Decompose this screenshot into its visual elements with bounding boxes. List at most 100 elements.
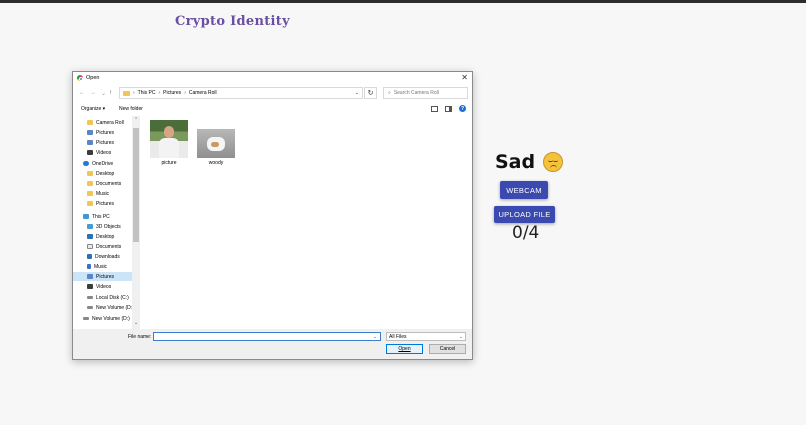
scroll-down-icon[interactable]: ⌄ bbox=[134, 320, 138, 326]
documents-icon bbox=[87, 244, 93, 249]
dialog-title: Open bbox=[86, 75, 100, 81]
nav-item-label: Camera Roll bbox=[96, 119, 124, 126]
help-icon[interactable]: ? bbox=[459, 105, 466, 112]
nav-item-desktop[interactable]: Desktop bbox=[87, 232, 114, 241]
nav-item-label: Pictures bbox=[96, 273, 115, 280]
nav-item-pictures[interactable]: Pictures bbox=[73, 272, 132, 281]
videos-icon bbox=[87, 150, 93, 155]
new-folder-button[interactable]: New folder bbox=[119, 106, 143, 112]
close-icon[interactable]: ✕ bbox=[461, 73, 468, 82]
refresh-button[interactable]: ↻ bbox=[364, 87, 377, 99]
webcam-button[interactable]: WEBCAM bbox=[500, 181, 548, 199]
folder-icon bbox=[87, 191, 93, 196]
search-placeholder: Search Camera Roll bbox=[393, 90, 439, 96]
sad-face-icon bbox=[543, 152, 564, 172]
downloads-icon bbox=[87, 254, 92, 259]
nav-item-label: Desktop bbox=[96, 170, 115, 177]
file-name-input[interactable] bbox=[153, 332, 381, 341]
file-item-picture[interactable]: picture bbox=[149, 120, 189, 166]
nav-item-label: This PC bbox=[92, 213, 110, 220]
file-type-select[interactable]: All Files bbox=[386, 332, 466, 341]
nav-item-3d-objects[interactable]: 3D Objects bbox=[87, 222, 121, 231]
nav-item-music[interactable]: Music bbox=[87, 262, 107, 271]
navigation-bar: ← → ⌄ ↑ › This PC › Pictures › Camera Ro… bbox=[73, 85, 472, 101]
file-name: woody bbox=[208, 160, 224, 166]
nav-item-local-disk-c[interactable]: Local Disk (C:) bbox=[87, 293, 129, 302]
pictures-icon bbox=[87, 130, 93, 135]
emotion-display: Sad bbox=[495, 151, 564, 173]
address-bar[interactable]: › This PC › Pictures › Camera Roll ⌄ bbox=[119, 87, 363, 99]
nav-item-label: Music bbox=[94, 263, 108, 270]
breadcrumb-pictures[interactable]: Pictures bbox=[163, 90, 181, 96]
cancel-button[interactable]: Cancel bbox=[429, 344, 466, 354]
nav-item-pictures[interactable]: Pictures bbox=[87, 128, 114, 137]
nav-item-label: Local Disk (C:) bbox=[96, 294, 129, 301]
open-file-dialog: Open ✕ ← → ⌄ ↑ › This PC › Pictures › Ca… bbox=[72, 71, 473, 360]
3d-objects-icon bbox=[87, 224, 93, 229]
folder-icon bbox=[87, 120, 93, 125]
nav-item-this-pc[interactable]: This PC bbox=[83, 212, 110, 221]
nav-item-downloads[interactable]: Downloads bbox=[87, 252, 120, 261]
top-bar bbox=[0, 0, 806, 3]
pictures-icon bbox=[87, 140, 93, 145]
file-name-label: File name: bbox=[128, 334, 152, 340]
nav-item-camera-roll[interactable]: Camera Roll bbox=[87, 118, 124, 127]
photo-thumbnail-icon bbox=[150, 120, 188, 158]
pictures-icon bbox=[87, 274, 93, 279]
computer-icon bbox=[83, 214, 89, 219]
search-icon: ⌕ bbox=[388, 90, 391, 96]
preview-pane-icon[interactable] bbox=[445, 105, 452, 112]
nav-item-desktop[interactable]: Desktop bbox=[87, 169, 114, 178]
nav-scrollbar-thumb[interactable] bbox=[133, 128, 139, 242]
nav-item-label: Pictures bbox=[96, 129, 115, 136]
file-list: picture woody bbox=[141, 116, 472, 329]
recent-dropdown-icon[interactable]: ⌄ bbox=[101, 90, 106, 97]
chevron-down-icon[interactable]: ⌄ bbox=[459, 334, 463, 340]
breadcrumb-this-pc[interactable]: This PC bbox=[138, 90, 156, 96]
organize-button[interactable]: Organize ▾ bbox=[81, 106, 105, 112]
nav-item-label: Videos bbox=[96, 149, 112, 156]
nav-item-new-volume-d[interactable]: New Volume (D: bbox=[87, 303, 132, 312]
dialog-titlebar: Open ✕ bbox=[73, 72, 472, 84]
open-button[interactable]: Open bbox=[386, 344, 423, 354]
chevron-down-icon[interactable]: ⌄ bbox=[355, 90, 359, 96]
nav-item-documents[interactable]: Documents bbox=[87, 179, 121, 188]
chevron-down-icon[interactable]: ⌄ bbox=[373, 334, 377, 340]
nav-item-label: New Volume (D: bbox=[96, 304, 133, 311]
desktop-icon bbox=[87, 234, 93, 239]
nav-item-pictures[interactable]: Pictures bbox=[87, 199, 114, 208]
nav-item-music[interactable]: Music bbox=[87, 189, 109, 198]
drive-icon bbox=[83, 317, 89, 320]
folder-icon bbox=[87, 181, 93, 186]
nav-item-label: Desktop bbox=[96, 233, 115, 240]
upload-file-button[interactable]: UPLOAD FILE bbox=[494, 206, 555, 223]
nav-item-documents[interactable]: Documents bbox=[87, 242, 121, 251]
nav-item-onedrive[interactable]: OneDrive bbox=[83, 159, 113, 168]
nav-item-label: Documents bbox=[96, 180, 122, 187]
app-title: Crypto Identity bbox=[175, 14, 290, 29]
nav-item-label: Pictures bbox=[96, 200, 115, 207]
dialog-footer: File name: ⌄ All Files ⌄ Open Cancel bbox=[73, 329, 472, 359]
up-arrow-icon[interactable]: ↑ bbox=[109, 90, 112, 96]
onedrive-icon bbox=[83, 161, 89, 166]
nav-item-videos[interactable]: Videos bbox=[87, 282, 111, 291]
file-item-woody[interactable]: woody bbox=[196, 120, 236, 166]
nav-item-videos[interactable]: Videos bbox=[87, 148, 111, 157]
nav-item-label: Music bbox=[96, 190, 110, 197]
navigation-pane: Camera Roll Pictures Pictures Videos OneDriv… bbox=[73, 116, 141, 329]
forward-arrow-icon[interactable]: → bbox=[90, 90, 96, 96]
breadcrumb-separator-icon: › bbox=[158, 90, 161, 96]
breadcrumb-separator-icon: › bbox=[133, 90, 135, 96]
nav-item-new-volume-d[interactable]: New Volume (D:) bbox=[83, 314, 130, 323]
nav-item-label: Downloads bbox=[95, 253, 120, 260]
view-options-icon[interactable] bbox=[431, 105, 438, 112]
scroll-up-icon[interactable]: ⌃ bbox=[134, 117, 138, 123]
chrome-icon bbox=[77, 75, 84, 82]
breadcrumb-camera-roll[interactable]: Camera Roll bbox=[189, 90, 217, 96]
search-input[interactable]: ⌕ Search Camera Roll bbox=[383, 87, 468, 99]
refresh-icon: ↻ bbox=[367, 90, 374, 97]
nav-item-label: 3D Objects bbox=[96, 223, 121, 230]
photo-thumbnail-icon bbox=[197, 129, 235, 158]
nav-item-pictures[interactable]: Pictures bbox=[87, 138, 114, 147]
back-arrow-icon[interactable]: ← bbox=[79, 90, 85, 96]
